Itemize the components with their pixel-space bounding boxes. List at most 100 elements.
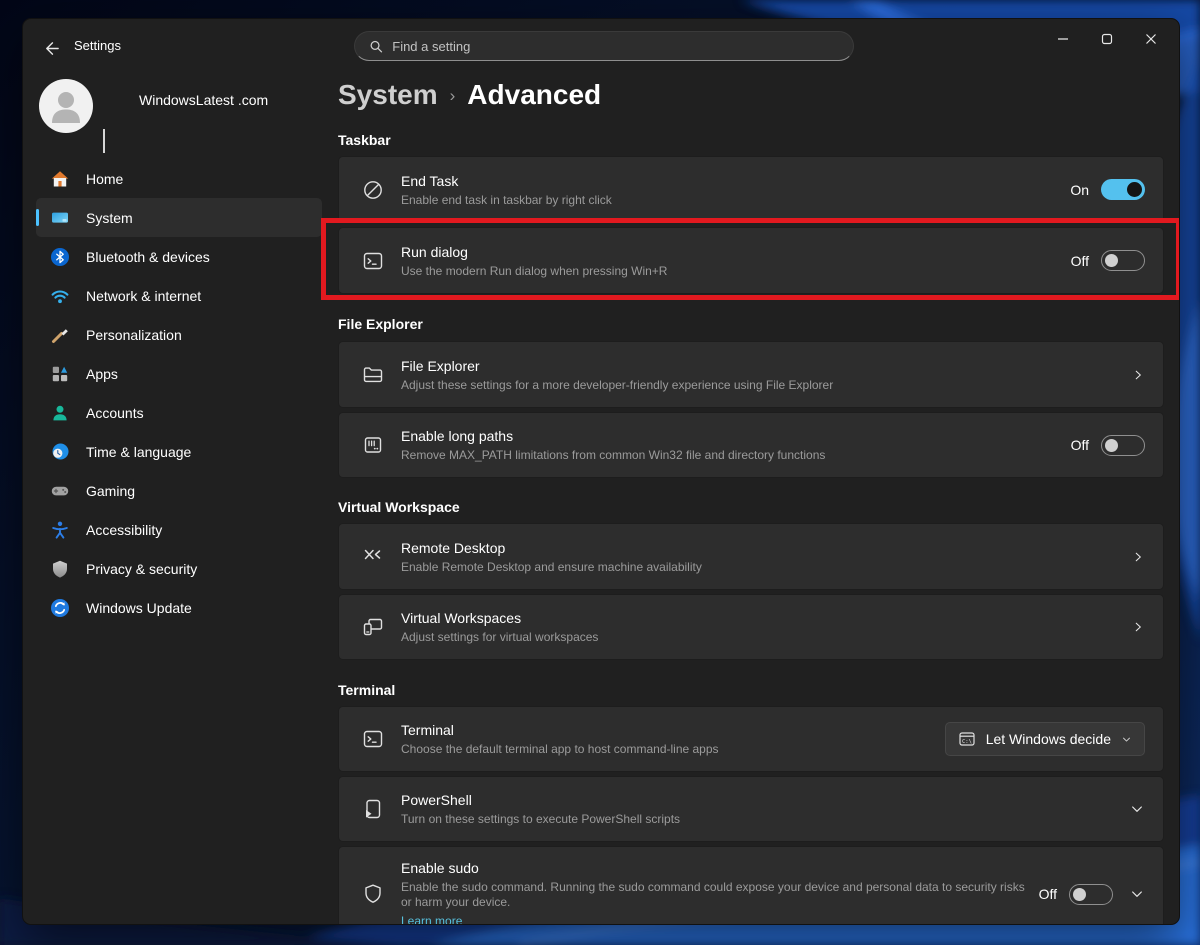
sidebar-item-gaming[interactable]: Gaming [36, 471, 322, 510]
setting-subtitle: Remove MAX_PATH limitations from common … [401, 448, 825, 463]
sidebar-item-network-internet[interactable]: Network & internet [36, 276, 322, 315]
setting-subtitle: Enable the sudo command. Running the sud… [401, 880, 1039, 910]
end-task-icon [361, 178, 385, 202]
setting-title: Remote Desktop [401, 539, 702, 557]
close-button[interactable] [1129, 24, 1173, 54]
setting-title: Run dialog [401, 243, 667, 261]
toggle-state-label: On [1070, 182, 1089, 198]
folder-icon [361, 363, 385, 387]
text-cursor [103, 129, 105, 153]
toggle-state-label: Off [1071, 253, 1089, 269]
sidebar-item-windows-update[interactable]: Windows Update [36, 588, 322, 627]
command-prompt-icon: C:\ [958, 730, 976, 748]
sidebar-item-time-language[interactable]: Time & language [36, 432, 322, 471]
accessibility-person-icon [50, 520, 70, 540]
search-icon [369, 39, 383, 54]
setting-row-enable-sudo: Enable sudo Enable the sudo command. Run… [338, 846, 1164, 925]
wifi-icon [50, 286, 70, 306]
chevron-down-icon[interactable] [1129, 886, 1145, 902]
setting-title: PowerShell [401, 791, 680, 809]
setting-subtitle: Adjust settings for virtual workspaces [401, 630, 598, 645]
sidebar-item-label: Apps [86, 366, 118, 382]
sidebar-item-privacy-security[interactable]: Privacy & security [36, 549, 322, 588]
enable-sudo-toggle[interactable] [1069, 884, 1113, 905]
sidebar-item-label: Time & language [86, 444, 191, 460]
setting-title: Enable sudo [401, 859, 1039, 877]
long-paths-toggle[interactable] [1101, 435, 1145, 456]
home-icon [50, 169, 70, 189]
paintbrush-icon [50, 325, 70, 345]
window-controls [1041, 24, 1173, 54]
avatar[interactable] [39, 79, 93, 133]
setting-subtitle: Use the modern Run dialog when pressing … [401, 264, 667, 279]
chevron-down-icon[interactable] [1129, 801, 1145, 817]
sidebar-item-label: Accessibility [86, 522, 162, 538]
sidebar-item-bluetooth-devices[interactable]: Bluetooth & devices [36, 237, 322, 276]
settings-window: Settings WindowsLatest .com [22, 18, 1180, 925]
back-arrow-icon [43, 40, 60, 57]
learn-more-link[interactable]: Learn more [401, 913, 1039, 925]
toggle-state-label: Off [1039, 886, 1057, 902]
bluetooth-icon [50, 247, 70, 267]
window-title: Settings [74, 38, 121, 53]
section-header-terminal: Terminal [338, 682, 395, 698]
chevron-down-icon [1121, 734, 1132, 745]
run-dialog-icon [361, 249, 385, 273]
setting-subtitle: Adjust these settings for a more develop… [401, 378, 833, 393]
setting-subtitle: Choose the default terminal app to host … [401, 742, 719, 757]
sidebar-item-apps[interactable]: Apps [36, 354, 322, 393]
setting-row-end-task: End Task Enable end task in taskbar by r… [338, 156, 1164, 223]
search-input[interactable] [392, 39, 839, 54]
sidebar-item-label: Personalization [86, 327, 182, 343]
maximize-button[interactable] [1085, 24, 1129, 54]
end-task-toggle[interactable] [1101, 179, 1145, 200]
setting-title: End Task [401, 172, 612, 190]
setting-subtitle: Turn on these settings to execute PowerS… [401, 812, 680, 827]
setting-title: Terminal [401, 721, 719, 739]
breadcrumb-parent[interactable]: System [338, 79, 438, 111]
setting-row-remote-desktop[interactable]: Remote Desktop Enable Remote Desktop and… [338, 523, 1164, 590]
page-title: Advanced [467, 79, 601, 111]
setting-title: Enable long paths [401, 427, 825, 445]
sidebar-item-label: Bluetooth & devices [86, 249, 210, 265]
sidebar-item-accessibility[interactable]: Accessibility [36, 510, 322, 549]
section-header-virtual-workspace: Virtual Workspace [338, 499, 460, 515]
user-name: WindowsLatest .com [139, 92, 268, 108]
sidebar-item-label: Home [86, 171, 123, 187]
person-icon [50, 403, 70, 423]
svg-text:C:\: C:\ [962, 739, 972, 745]
clock-globe-icon [50, 442, 70, 462]
chevron-right-icon [1131, 550, 1145, 564]
sudo-shield-icon [361, 882, 385, 906]
setting-title: Virtual Workspaces [401, 609, 598, 627]
back-button[interactable] [37, 36, 65, 60]
sidebar-item-label: Network & internet [86, 288, 201, 304]
setting-title: File Explorer [401, 357, 833, 375]
sidebar-item-accounts[interactable]: Accounts [36, 393, 322, 432]
sidebar-item-label: Windows Update [86, 600, 192, 616]
sidebar: Home System Bluetooth & devices [36, 159, 322, 627]
setting-row-file-explorer[interactable]: File Explorer Adjust these settings for … [338, 341, 1164, 408]
setting-row-virtual-workspaces[interactable]: Virtual Workspaces Adjust settings for v… [338, 594, 1164, 660]
long-paths-icon [361, 433, 385, 457]
setting-row-powershell[interactable]: PowerShell Turn on these settings to exe… [338, 776, 1164, 842]
powershell-icon [361, 797, 385, 821]
sidebar-item-home[interactable]: Home [36, 159, 322, 198]
sidebar-item-label: Gaming [86, 483, 135, 499]
minimize-icon [1057, 33, 1069, 45]
section-header-taskbar: Taskbar [338, 132, 391, 148]
sidebar-item-system[interactable]: System [36, 198, 322, 237]
system-icon [50, 208, 70, 228]
setting-row-terminal: Terminal Choose the default terminal app… [338, 706, 1164, 772]
sidebar-item-personalization[interactable]: Personalization [36, 315, 322, 354]
terminal-icon [361, 727, 385, 751]
minimize-button[interactable] [1041, 24, 1085, 54]
sidebar-item-label: System [86, 210, 133, 226]
close-icon [1145, 33, 1157, 45]
setting-subtitle: Enable end task in taskbar by right clic… [401, 193, 612, 208]
chevron-right-icon [1131, 620, 1145, 634]
setting-row-run-dialog: Run dialog Use the modern Run dialog whe… [338, 227, 1164, 294]
run-dialog-toggle[interactable] [1101, 250, 1145, 271]
remote-desktop-icon [361, 545, 385, 569]
terminal-default-dropdown[interactable]: C:\ Let Windows decide [945, 722, 1145, 756]
